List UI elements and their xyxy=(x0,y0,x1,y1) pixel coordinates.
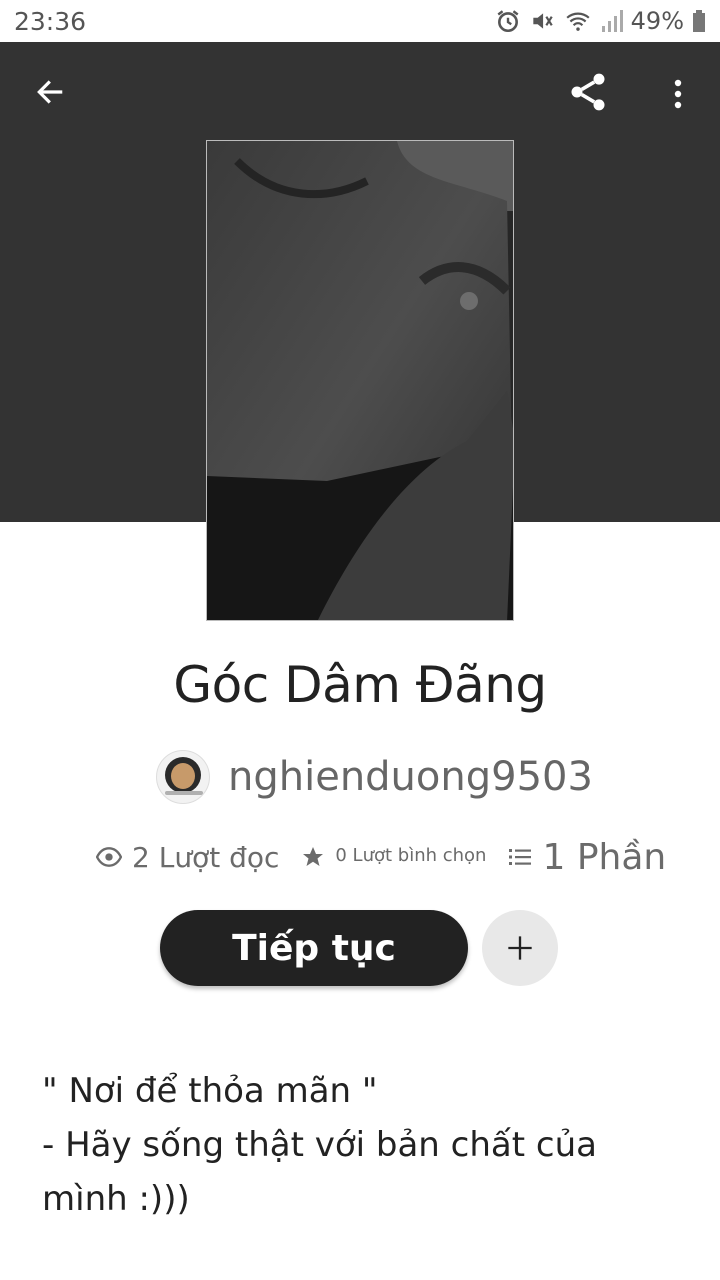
story-stats: 2 Lượt đọc 0 Lượt bình chọn 1 Phần xyxy=(96,832,666,882)
status-time: 23:36 xyxy=(14,6,87,36)
avatar-caption xyxy=(165,791,203,795)
continue-reading-button[interactable]: Tiếp tục xyxy=(160,910,468,986)
author-link[interactable]: nghienduong9503 xyxy=(156,744,593,810)
battery-icon xyxy=(693,10,705,32)
author-avatar[interactable] xyxy=(156,750,210,804)
alarm-icon xyxy=(497,10,519,33)
avatar-face xyxy=(171,763,195,789)
more-vertical-icon xyxy=(674,79,682,109)
status-icons: 49% xyxy=(495,7,706,35)
description-line: mình :))) xyxy=(42,1179,190,1219)
share-button[interactable] xyxy=(560,66,616,118)
votes-stat: 0 Lượt bình chọn xyxy=(301,845,486,869)
list-icon xyxy=(509,849,532,865)
story-cover-image[interactable] xyxy=(206,140,514,621)
description-line: - Hãy sống thật với bản chất của xyxy=(42,1125,597,1165)
wifi-icon xyxy=(566,12,590,31)
battery-percent: 49% xyxy=(630,7,684,35)
add-to-library-button[interactable] xyxy=(482,910,558,986)
star-icon xyxy=(303,847,324,866)
share-icon xyxy=(571,73,605,111)
story-title: Góc Dâm Đãng xyxy=(173,656,547,714)
reads-stat: 2 Lượt đọc xyxy=(96,841,279,874)
author-name[interactable]: nghienduong9503 xyxy=(228,754,593,800)
status-bar: 23:36 49% xyxy=(0,0,720,42)
signal-icon xyxy=(601,10,623,32)
arrow-left-icon xyxy=(37,80,63,104)
votes-count: 0 Lượt bình chọn xyxy=(335,844,487,866)
story-description: " Nơi để thỏa mãn " - Hãy sống thật với … xyxy=(42,1064,682,1226)
parts-count: 1 Phần xyxy=(542,836,667,878)
mute-icon xyxy=(532,13,553,29)
description-line: " Nơi để thỏa mãn " xyxy=(42,1071,378,1111)
reads-count: 2 Lượt đọc xyxy=(132,840,280,874)
plus-icon xyxy=(508,936,532,960)
back-button[interactable] xyxy=(24,70,76,114)
more-options-button[interactable] xyxy=(658,70,698,118)
eye-icon xyxy=(96,847,122,867)
parts-stat: 1 Phần xyxy=(508,837,666,878)
